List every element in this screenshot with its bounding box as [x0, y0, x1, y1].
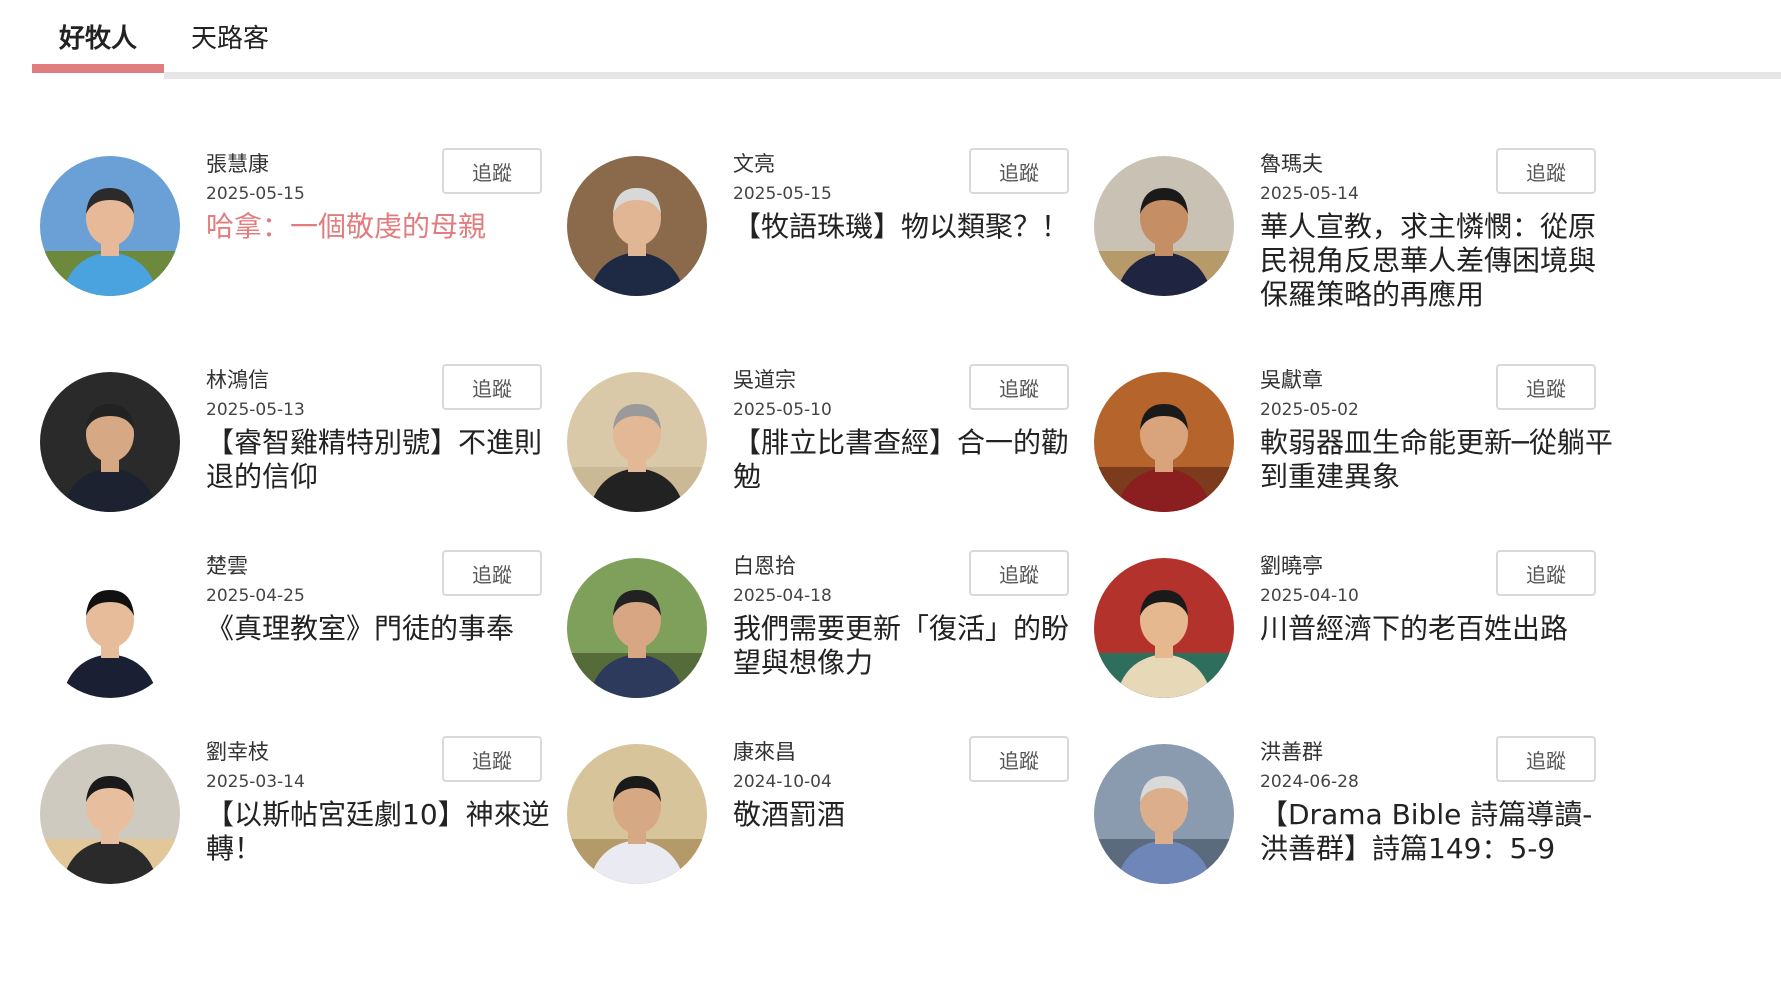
tab-label: 好牧人 — [58, 23, 137, 54]
author-avatar[interactable] — [567, 156, 707, 296]
article-card: 魯瑪夫 2025-05-14 華人宣教，求主憐憫：從原民視角反思華人差傳困境與保羅策… — [1094, 140, 1654, 340]
article-title-link[interactable]: 我們需要更新「復活」的盼望與想像力 — [733, 612, 1093, 680]
article-title-link[interactable]: 川普經濟下的老百姓出路 — [1260, 612, 1620, 646]
author-avatar[interactable] — [40, 372, 180, 512]
author-avatar[interactable] — [1094, 558, 1234, 698]
avatar-portrait-icon — [40, 156, 180, 296]
follow-button[interactable]: 追蹤 — [969, 550, 1069, 596]
avatar-portrait-icon — [40, 744, 180, 884]
avatar-portrait-icon — [567, 558, 707, 698]
article-card: 楚雲 2025-04-25 《真理教室》門徒的事奉 追蹤 — [40, 542, 600, 742]
article-card: 康來昌 2024-10-04 敬酒罰酒 追蹤 — [567, 728, 1127, 928]
follow-button[interactable]: 追蹤 — [442, 550, 542, 596]
article-card: 劉幸枝 2025-03-14 【以斯帖宮廷劇10】神來逆轉！ 追蹤 — [40, 728, 600, 928]
author-avatar[interactable] — [567, 372, 707, 512]
avatar-portrait-icon — [1094, 372, 1234, 512]
follow-button[interactable]: 追蹤 — [1496, 364, 1596, 410]
active-tab-indicator — [32, 64, 164, 73]
avatar-portrait-icon — [1094, 558, 1234, 698]
avatar-portrait-icon — [1094, 744, 1234, 884]
tabs-divider — [164, 72, 1781, 79]
article-card: 洪善群 2024-06-28 【Drama Bible 詩篇導讀-洪善群】詩篇149… — [1094, 728, 1654, 928]
article-card: 文亮 2025-05-15 【牧語珠璣】物以類聚？！ 追蹤 — [567, 140, 1127, 340]
tab-good-shepherd[interactable]: 好牧人 — [32, 0, 164, 72]
article-card: 張慧康 2025-05-15 哈拿：一個敬虔的母親 追蹤 — [40, 140, 600, 340]
follow-button[interactable]: 追蹤 — [969, 148, 1069, 194]
article-title-link[interactable]: 《真理教室》門徒的事奉 — [206, 612, 566, 646]
follow-button[interactable]: 追蹤 — [1496, 148, 1596, 194]
follow-button[interactable]: 追蹤 — [442, 736, 542, 782]
follow-button[interactable]: 追蹤 — [442, 364, 542, 410]
article-title-link[interactable]: 【牧語珠璣】物以類聚？！ — [733, 210, 1093, 244]
author-avatar[interactable] — [1094, 744, 1234, 884]
follow-button[interactable]: 追蹤 — [1496, 550, 1596, 596]
author-avatar[interactable] — [40, 156, 180, 296]
author-avatar[interactable] — [1094, 156, 1234, 296]
article-card: 白恩拾 2025-04-18 我們需要更新「復活」的盼望與想像力 追蹤 — [567, 542, 1127, 742]
avatar-portrait-icon — [567, 372, 707, 512]
article-title-link[interactable]: 【睿智雞精特別號】不進則退的信仰 — [206, 426, 566, 494]
article-title-link[interactable]: 【Drama Bible 詩篇導讀-洪善群】詩篇149：5-9 — [1260, 798, 1620, 866]
article-card: 吳獻章 2025-05-02 軟弱器皿生命能更新─從躺平到重建異象 追蹤 — [1094, 356, 1654, 556]
channel-tabs: 好牧人 天路客 — [32, 0, 1781, 79]
article-grid: 張慧康 2025-05-15 哈拿：一個敬虔的母親 追蹤 文亮 2025-05-15 【牧語… — [40, 140, 1780, 982]
follow-button[interactable]: 追蹤 — [969, 736, 1069, 782]
author-avatar[interactable] — [567, 744, 707, 884]
article-title-link[interactable]: 【以斯帖宮廷劇10】神來逆轉！ — [206, 798, 566, 866]
author-avatar[interactable] — [567, 558, 707, 698]
article-card: 林鴻信 2025-05-13 【睿智雞精特別號】不進則退的信仰 追蹤 — [40, 356, 600, 556]
author-avatar[interactable] — [1094, 372, 1234, 512]
avatar-portrait-icon — [40, 558, 180, 698]
follow-button[interactable]: 追蹤 — [969, 364, 1069, 410]
author-avatar[interactable] — [40, 744, 180, 884]
avatar-portrait-icon — [40, 372, 180, 512]
tab-label: 天路客 — [190, 23, 269, 54]
article-title-link[interactable]: 華人宣教，求主憐憫：從原民視角反思華人差傳困境與保羅策略的再應用 — [1260, 210, 1620, 312]
article-title-link[interactable]: 軟弱器皿生命能更新─從躺平到重建異象 — [1260, 426, 1620, 494]
article-title-link[interactable]: 哈拿：一個敬虔的母親 — [206, 210, 566, 244]
article-card: 吳道宗 2025-05-10 【腓立比書查經】合一的勸勉 追蹤 — [567, 356, 1127, 556]
author-avatar[interactable] — [40, 558, 180, 698]
article-card: 劉曉亭 2025-04-10 川普經濟下的老百姓出路 追蹤 — [1094, 542, 1654, 742]
follow-button[interactable]: 追蹤 — [1496, 736, 1596, 782]
follow-button[interactable]: 追蹤 — [442, 148, 542, 194]
tab-pilgrim[interactable]: 天路客 — [164, 0, 296, 72]
article-title-link[interactable]: 【腓立比書查經】合一的勸勉 — [733, 426, 1093, 494]
article-title-link[interactable]: 敬酒罰酒 — [733, 798, 1093, 832]
avatar-portrait-icon — [567, 156, 707, 296]
avatar-portrait-icon — [567, 744, 707, 884]
avatar-portrait-icon — [1094, 156, 1234, 296]
